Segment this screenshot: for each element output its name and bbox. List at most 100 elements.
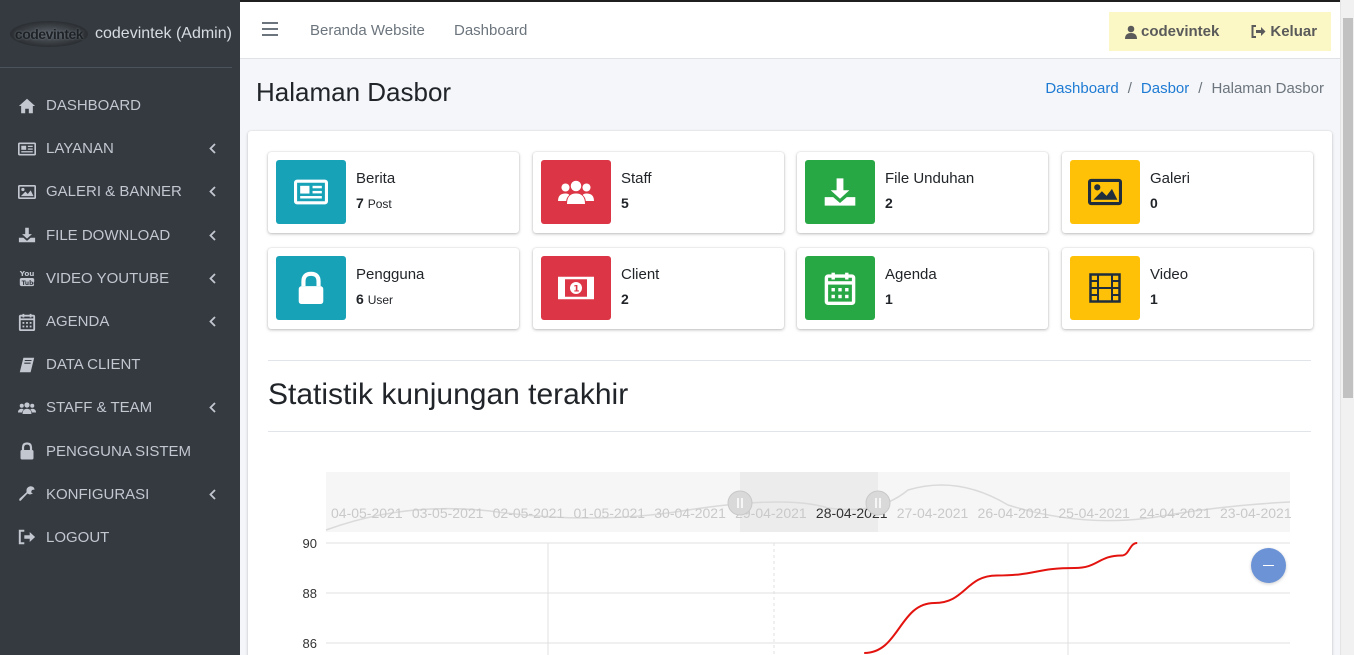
info-box-number: 7 <box>356 195 364 211</box>
navigator-date-label: 23-04-2021 <box>1220 505 1292 521</box>
info-box-title: Agenda <box>885 266 937 283</box>
navigator-date-label: 24-04-2021 <box>1139 505 1211 521</box>
info-box-number: 1 <box>1150 291 1158 307</box>
sidebar-menu: DASHBOARD LAYANAN GALERI & BANNER FILE DOWN… <box>0 84 240 559</box>
sidebar-item-layanan[interactable]: LAYANAN <box>0 127 240 170</box>
y-tick-label: 86 <box>303 636 317 651</box>
info-box-value: 7 Post <box>356 195 392 211</box>
download-icon <box>805 160 875 224</box>
breadcrumb-dasbor[interactable]: Dasbor <box>1141 80 1189 97</box>
info-box-value: 0 <box>1150 195 1158 211</box>
chevron-left-icon <box>206 229 218 241</box>
svg-text:You: You <box>19 270 35 279</box>
hamburger-menu-icon[interactable] <box>262 22 278 36</box>
navigator-date-label: 30-04-2021 <box>654 505 726 521</box>
info-box-number: 1 <box>885 291 893 307</box>
info-box-value: 6 User <box>356 291 393 307</box>
info-box-title: Berita <box>356 170 396 187</box>
navigator-handle <box>727 490 753 516</box>
info-box-galeri[interactable]: Galeri 0 <box>1062 152 1313 233</box>
content-header: Halaman Dasbor Dashboard / Dasbor / Hala… <box>240 59 1340 131</box>
sidebar-item-pengguna-sistem[interactable]: PENGGUNA SISTEM <box>0 430 240 473</box>
sidebar: codevintek codevintek (Admin) DASHBOARD L… <box>0 0 240 655</box>
navigator-date-label: 04-05-2021 <box>331 505 403 521</box>
newspaper-icon <box>276 160 346 224</box>
calendar-icon <box>17 313 37 331</box>
navigator-date-label: 03-05-2021 <box>412 505 484 521</box>
breadcrumb-dashboard[interactable]: Dashboard <box>1045 80 1118 97</box>
info-box-client[interactable]: 1 Client 2 <box>533 248 784 329</box>
sidebar-item-video-youtube[interactable]: You Tube VIDEO YOUTUBE <box>0 257 240 300</box>
sidebar-item-label: GALERI & BANNER <box>46 183 182 201</box>
info-box-agenda[interactable]: Agenda 1 <box>797 248 1048 329</box>
user-profile-link[interactable]: codevintek <box>1125 23 1219 40</box>
minus-icon <box>1263 564 1274 567</box>
chevron-left-icon <box>206 143 218 155</box>
info-box-video[interactable]: Video 1 <box>1062 248 1313 329</box>
info-box-value: 1 <box>1150 291 1158 307</box>
info-box-value: 2 <box>621 291 629 307</box>
info-box-value: 2 <box>885 195 893 211</box>
sidebar-item-agenda[interactable]: AGENDA <box>0 300 240 343</box>
divider <box>268 360 1311 361</box>
sidebar-item-dashboard[interactable]: DASHBOARD <box>0 84 240 127</box>
info-box-title: Pengguna <box>356 266 425 283</box>
chevron-left-icon <box>206 488 218 500</box>
info-box-number: 2 <box>621 291 629 307</box>
visit-stats-chart[interactable]: 04-05-2021 03-05-2021 02-05-2021 01-05-2021… <box>268 470 1298 655</box>
brand[interactable]: codevintek codevintek (Admin) <box>0 0 232 68</box>
scrollbar-thumb[interactable] <box>1343 18 1353 398</box>
info-box-staff[interactable]: Staff 5 <box>533 152 784 233</box>
info-box-title: Video <box>1150 266 1189 283</box>
sidebar-item-label: LAYANAN <box>46 140 114 158</box>
top-navbar: Beranda Website Dashboard codevintek Kel… <box>240 0 1340 59</box>
page-scrollbar[interactable] <box>1340 0 1354 655</box>
sign-out-icon <box>17 528 37 546</box>
image-icon <box>17 183 37 201</box>
brand-logo: codevintek <box>10 20 88 47</box>
sidebar-item-staff-team[interactable]: STAFF & TEAM <box>0 386 240 429</box>
info-box-number: 0 <box>1150 195 1158 211</box>
home-icon <box>17 97 37 115</box>
sidebar-item-konfigurasi[interactable]: KONFIGURASI <box>0 473 240 516</box>
navigator-date-label: 26-04-2021 <box>978 505 1050 521</box>
info-box-number: 2 <box>885 195 893 211</box>
navigator-handle <box>865 490 891 516</box>
info-box-pengguna[interactable]: Pengguna 6 User <box>268 248 519 329</box>
info-box-title: Client <box>621 266 660 283</box>
sidebar-item-galeri-banner[interactable]: GALERI & BANNER <box>0 170 240 213</box>
user-name: codevintek <box>1141 23 1220 40</box>
sidebar-item-label: DATA CLIENT <box>46 356 141 374</box>
lock-icon <box>276 256 346 320</box>
sidebar-item-logout[interactable]: LOGOUT <box>0 516 240 559</box>
film-icon <box>1070 256 1140 320</box>
sidebar-item-data-client[interactable]: DATA CLIENT <box>0 343 240 386</box>
series-line <box>864 542 1138 654</box>
info-box-number: 5 <box>621 195 629 211</box>
sign-out-icon <box>1251 25 1266 38</box>
logout-link[interactable]: Keluar <box>1251 23 1317 40</box>
image-icon <box>1070 160 1140 224</box>
sidebar-item-file-download[interactable]: FILE DOWNLOAD <box>0 214 240 257</box>
sidebar-item-label: PENGGUNA SISTEM <box>46 442 192 460</box>
money-icon: 1 <box>541 256 611 320</box>
nav-link-dashboard[interactable]: Dashboard <box>454 22 527 39</box>
user-icon <box>1125 25 1137 39</box>
chevron-left-icon <box>206 402 218 414</box>
youtube-icon: You Tube <box>17 269 37 288</box>
info-box-unit: User <box>367 293 394 307</box>
info-box-file-unduhan[interactable]: File Unduhan 2 <box>797 152 1048 233</box>
navigator-date-label: 25-04-2021 <box>1058 505 1130 521</box>
info-box-value: 5 <box>621 195 629 211</box>
chevron-left-icon <box>206 272 218 284</box>
svg-text:Tube: Tube <box>22 281 36 287</box>
users-icon <box>17 399 37 417</box>
collapse-button[interactable] <box>1251 548 1286 583</box>
sidebar-item-label: FILE DOWNLOAD <box>46 226 171 244</box>
brand-name: codevintek (Admin) <box>95 24 232 42</box>
info-box-berita[interactable]: Berita 7 Post <box>268 152 519 233</box>
navigator-date-label: 27-04-2021 <box>897 505 969 521</box>
nav-link-website[interactable]: Beranda Website <box>310 22 425 39</box>
download-icon <box>17 226 37 244</box>
info-box-title: Galeri <box>1150 170 1191 187</box>
